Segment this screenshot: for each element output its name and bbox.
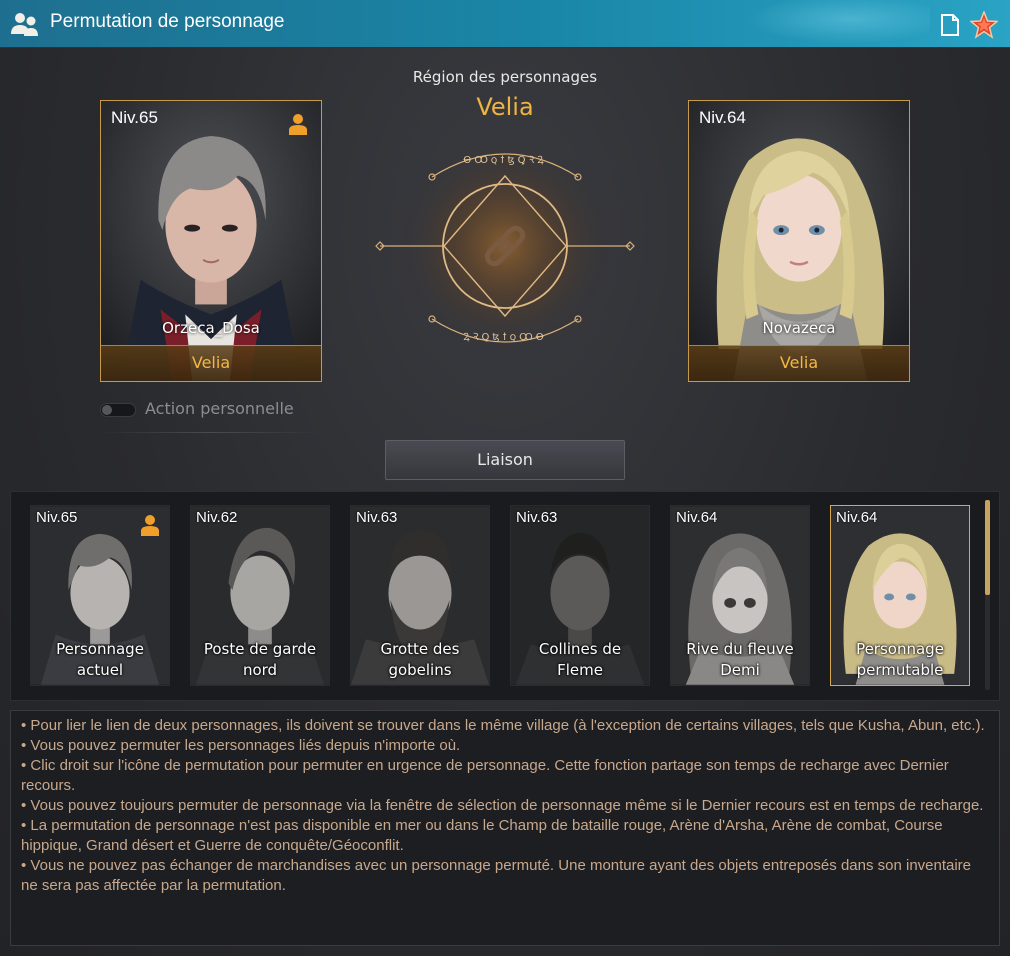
- info-line: • Vous ne pouvez pas échanger de marchan…: [21, 857, 972, 894]
- character-location: Personnage permutable: [856, 640, 944, 679]
- right-character-location: Velia: [689, 345, 909, 381]
- right-character-name: Novazeca: [762, 319, 836, 337]
- info-line: • Vous pouvez permuter les personnages l…: [21, 737, 461, 754]
- svg-text:ꝊꝎꞯꝉꜩꝖꝚꝜ: ꝊꝎꞯꝉꜩꝖꝚꝜ: [463, 155, 547, 166]
- info-line: • Clic droit sur l'icône de permutation …: [21, 757, 949, 794]
- region-name: Velia: [476, 93, 534, 121]
- character-card-3[interactable]: Niv.63 Grotte des gobelins: [350, 505, 490, 686]
- right-character-level: Niv.64: [699, 108, 746, 127]
- character-location: Rive du fleuve Demi: [686, 640, 794, 679]
- character-card-4[interactable]: Niv.63 Collines de Fleme: [510, 505, 650, 686]
- title-bar: Permutation de personnage: [0, 0, 1010, 48]
- personal-action-toggle[interactable]: [100, 403, 136, 417]
- link-emblem[interactable]: ꝊꝎꞯꝉꜩꝖꝚꝜ ꝜꝚꝖꜩꝉꞯꝎꝊ: [370, 133, 640, 358]
- main-panel: Région des personnages Velia ꝊꝎꞯꝉꜩꝖꝚꝜ ꝜꝚ…: [0, 48, 1010, 956]
- character-list-scrollbar[interactable]: [985, 500, 990, 690]
- left-character-location: Velia: [101, 345, 321, 381]
- window-title: Permutation de personnage: [50, 11, 285, 32]
- left-character-level: Niv.65: [111, 108, 158, 127]
- personal-action-toggle-row[interactable]: Action personnelle: [100, 398, 320, 420]
- character-card-2[interactable]: Niv.62 Poste de garde nord: [190, 505, 330, 686]
- characters-icon: [11, 13, 38, 36]
- character-level: Niv.62: [196, 509, 238, 526]
- scrollbar-thumb[interactable]: [985, 500, 990, 595]
- personal-action-label: Action personnelle: [145, 399, 294, 418]
- favorite-star-icon[interactable]: [970, 11, 998, 39]
- character-location: Poste de garde nord: [203, 640, 317, 679]
- toggle-knob: [102, 405, 112, 415]
- svg-text:ꝜꝚꝖꜩꝉꞯꝎꝊ: ꝜꝚꝖꜩꝉꞯꝎꝊ: [463, 332, 547, 343]
- document-icon[interactable]: [940, 14, 960, 36]
- title-bar-wave-decoration: [730, 0, 930, 48]
- character-level: Niv.65: [36, 509, 78, 526]
- character-location: Grotte des gobelins: [380, 640, 460, 679]
- info-panel: • Pour lier le lien de deux personnages,…: [10, 710, 1000, 946]
- character-level: Niv.64: [836, 509, 878, 526]
- right-character-portrait-art: [689, 101, 909, 381]
- left-character-name: Orzeca_Dosa: [162, 319, 260, 337]
- character-list: Niv.65 Personnage actuel Niv.62 Poste de…: [10, 491, 1000, 701]
- info-line: • Vous pouvez toujours permuter de perso…: [21, 797, 984, 814]
- liaison-button[interactable]: Liaison: [385, 440, 625, 480]
- left-character-portrait[interactable]: Niv.65 Orzeca_Dosa Velia: [100, 100, 322, 382]
- character-level: Niv.63: [516, 509, 558, 526]
- right-character-portrait[interactable]: Niv.64 Novazeca Velia: [688, 100, 910, 382]
- info-line: • La permutation de personnage n'est pas…: [21, 817, 943, 854]
- character-level: Niv.64: [676, 509, 718, 526]
- character-location: Collines de Fleme: [538, 640, 622, 679]
- info-line: • Pour lier le lien de deux personnages,…: [21, 717, 985, 734]
- character-card-1[interactable]: Niv.65 Personnage actuel: [30, 505, 170, 686]
- current-character-icon: [141, 515, 159, 536]
- current-character-icon: [289, 114, 307, 135]
- character-location: Personnage actuel: [56, 640, 144, 679]
- region-label: Région des personnages: [412, 68, 598, 86]
- character-card-5[interactable]: Niv.64 Rive du fleuve Demi: [670, 505, 810, 686]
- left-character-portrait-art: [101, 101, 321, 381]
- divider: [100, 432, 322, 433]
- character-card-6[interactable]: Niv.64 Personnage permutable: [830, 505, 970, 686]
- character-level: Niv.63: [356, 509, 398, 526]
